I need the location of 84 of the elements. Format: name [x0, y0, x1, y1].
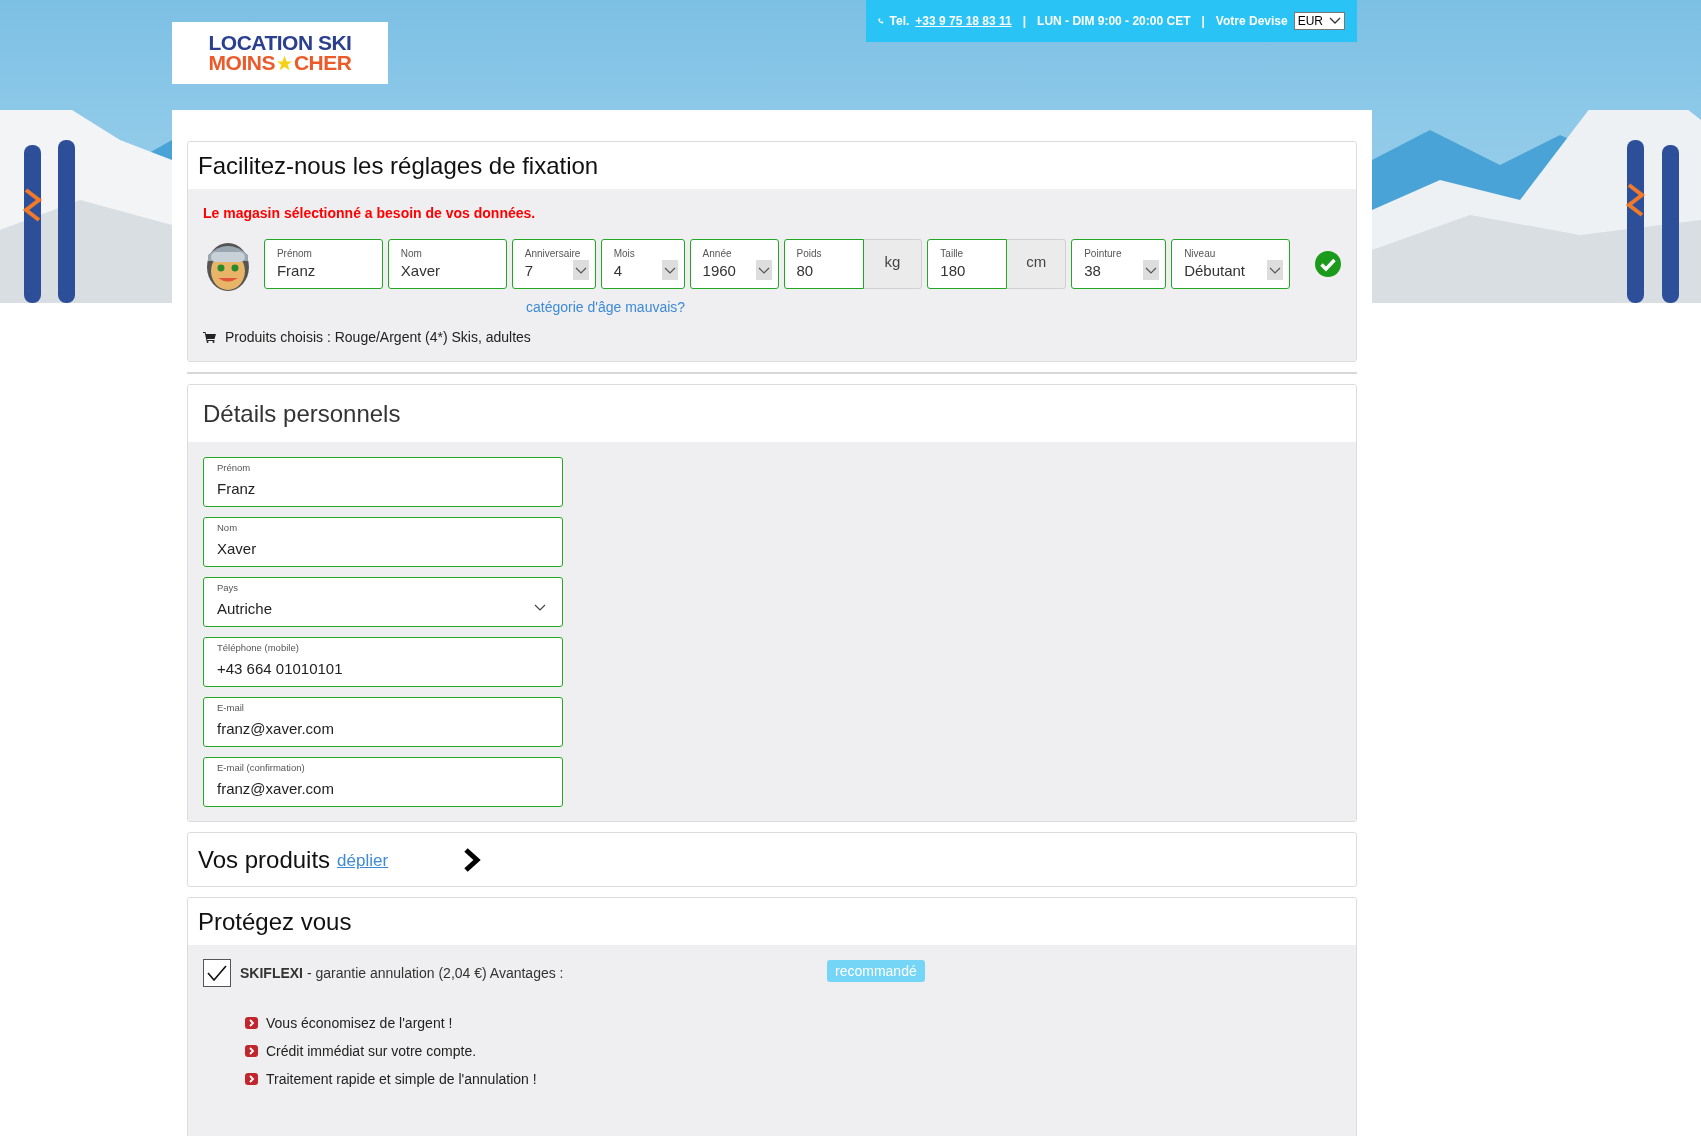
chevron-icon — [1329, 17, 1341, 25]
products-summary: Produits choisis : Rouge/Argent (4*) Skis, adultes — [225, 329, 531, 345]
field-label: E-mail (confirmation) — [217, 762, 306, 773]
input-field[interactable]: Nom Xaver — [203, 517, 563, 567]
checkbox[interactable] — [203, 959, 231, 987]
select-field[interactable]: Anniversaire 7 — [511, 239, 596, 289]
opening-hours: LUN - DIM 9:00 - 20:00 CET — [1037, 14, 1191, 28]
field-value: Franz — [217, 480, 256, 497]
unit-label: kg — [863, 239, 923, 289]
field-label: Nom — [400, 248, 423, 259]
input-field[interactable]: E-mail franz@xaver.com — [203, 697, 563, 747]
benefit-text: Traitement rapide et simple de l'annulation ! — [266, 1071, 537, 1087]
cart-icon — [203, 331, 216, 343]
chevron-right-icon — [245, 1017, 258, 1029]
section-title: Détails personnels — [203, 399, 401, 428]
field-label: Taille — [940, 248, 965, 259]
logo[interactable]: LOCATION SKI MOINS CHER — [172, 22, 388, 84]
phone-icon — [878, 16, 884, 26]
separator: | — [1022, 14, 1027, 28]
field-value: 180 — [940, 262, 966, 279]
benefit-text: Crédit immédiat sur votre compte. — [266, 1043, 477, 1059]
field-label: Mois — [613, 248, 636, 259]
chevron-right-icon[interactable] — [463, 847, 482, 872]
input-field[interactable]: Prénom Franz — [203, 457, 563, 507]
field-value: +43 664 01010101 — [217, 660, 343, 677]
field-label: Niveau — [1184, 248, 1217, 259]
recommended-badge: recommandé — [827, 960, 925, 982]
field-value: 1960 — [702, 262, 736, 279]
field-value: franz@xaver.com — [217, 780, 334, 797]
phone-label: Tel. — [889, 14, 910, 28]
logo-text: MOINS — [208, 53, 275, 73]
field-label: Pointure — [1084, 248, 1123, 259]
input-field[interactable]: E-mail (confirmation) franz@xaver.com — [203, 757, 563, 807]
chevron-right-icon — [245, 1073, 258, 1085]
section-title: Protégez vous — [198, 907, 352, 936]
select-field[interactable]: Mois 4 — [600, 239, 685, 289]
field-value: 80 — [796, 262, 814, 279]
select-field[interactable]: Pointure 38 — [1071, 239, 1167, 289]
currency-select[interactable]: EUR — [1293, 12, 1345, 30]
logo-text: CHER — [293, 53, 352, 73]
field-value: Xaver — [400, 262, 440, 279]
unit-label: cm — [1007, 239, 1067, 289]
select-field[interactable]: Niveau Débutant — [1171, 239, 1290, 289]
field-value: Autriche — [217, 600, 273, 617]
option-label: SKIFLEXI - garantie annulation (2,04 €) Avantages : — [240, 965, 564, 981]
chevron-icon — [1143, 260, 1160, 280]
chevron-icon — [755, 260, 772, 280]
chevron-icon — [534, 604, 546, 612]
field-value: franz@xaver.com — [217, 720, 334, 737]
field-value: Débutant — [1184, 262, 1245, 279]
field-value: 4 — [613, 262, 622, 279]
chevron-right-icon — [245, 1045, 258, 1057]
chevron-icon — [661, 260, 678, 280]
field-label: Année — [702, 248, 733, 259]
input-field[interactable]: Nom Xaver — [387, 239, 507, 289]
logo-text: LOCATION SKI — [208, 33, 352, 53]
input-field[interactable]: Poids 80 — [783, 239, 864, 289]
field-label: Pays — [217, 582, 240, 593]
expand-link[interactable]: déplier — [337, 851, 389, 871]
star-icon — [275, 54, 293, 72]
select-field[interactable]: Pays Autriche — [203, 577, 563, 627]
field-label: Poids — [796, 248, 823, 259]
field-label: E-mail — [217, 702, 245, 713]
field-label: Anniversaire — [524, 248, 582, 259]
input-field[interactable]: Téléphone (mobile) +43 664 01010101 — [203, 637, 563, 687]
field-label: Prénom — [276, 248, 313, 259]
section-title: Facilitez-nous les réglages de fixation — [198, 151, 599, 180]
field-value: 7 — [524, 262, 534, 279]
field-label: Prénom — [217, 462, 252, 473]
section-title: Vos produits — [198, 845, 331, 874]
input-field[interactable]: Prénom Franz — [263, 239, 383, 289]
input-field[interactable]: Taille 180 — [927, 239, 1008, 289]
field-value: Franz — [276, 262, 316, 279]
benefit-text: Vous économisez de l'argent ! — [266, 1015, 453, 1031]
chevron-icon — [572, 260, 589, 280]
field-value: Xaver — [217, 540, 257, 557]
chevron-icon — [1267, 260, 1283, 280]
separator: | — [1201, 14, 1205, 28]
field-value: 38 — [1084, 262, 1101, 279]
select-field[interactable]: Année 1960 — [689, 239, 779, 289]
currency-label: Votre Devise — [1215, 14, 1288, 28]
field-label: Nom — [217, 522, 239, 533]
alert-message: Le magasin sélectionné a besoin de vos données. — [203, 205, 537, 221]
field-label: Téléphone (mobile) — [217, 642, 300, 653]
